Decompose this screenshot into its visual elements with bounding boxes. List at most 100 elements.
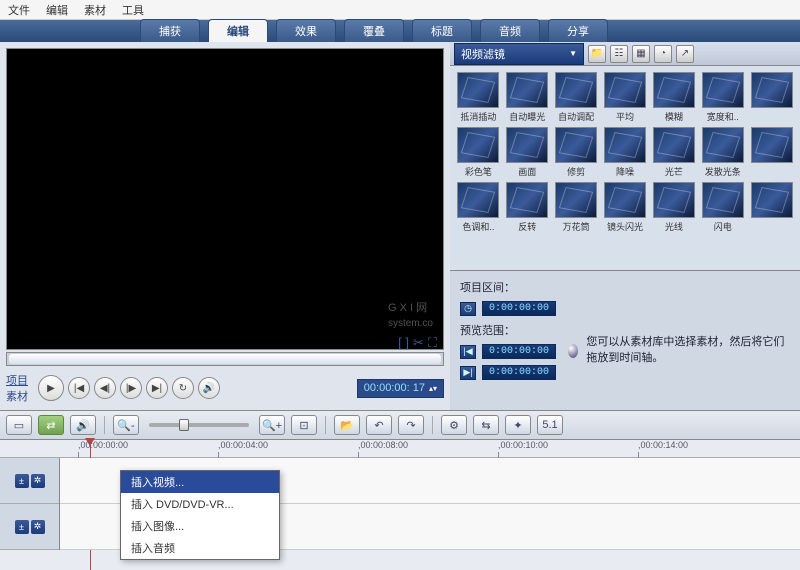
library-item[interactable]: 发散光条 [700, 127, 745, 178]
ripple-button[interactable]: ✦ [505, 415, 531, 435]
tab-capture[interactable]: 捕获 [140, 19, 200, 42]
filter-label: 画面 [518, 165, 536, 178]
library-item[interactable]: 模糊 [651, 72, 696, 123]
timeline-ruler[interactable]: ,00:00:00:00,00:00:04:00,00:00:08:00,00:… [0, 440, 800, 458]
library-item[interactable]: 宽度和.. [700, 72, 745, 123]
insert-media-button[interactable]: 📂 [334, 415, 360, 435]
library-category-dropdown[interactable]: 视频滤镜 ▼ [454, 43, 584, 65]
library-item[interactable]: 万花筒 [554, 182, 599, 233]
library-item[interactable]: 平均 [603, 72, 648, 123]
library-item[interactable]: 镜头闪光 [603, 182, 648, 233]
tab-audio[interactable]: 音频 [480, 19, 540, 42]
library-item[interactable] [749, 127, 794, 178]
menu-clip[interactable]: 素材 [84, 2, 106, 18]
tab-effect[interactable]: 效果 [276, 19, 336, 42]
filter-thumb [506, 72, 548, 108]
library-item[interactable]: 光线 [651, 182, 696, 233]
surround-button[interactable]: 5.1 [537, 415, 563, 435]
library-item[interactable]: 彩色笔 [456, 127, 501, 178]
preview-timecode[interactable]: 00:00:00: 17▴▾ [357, 379, 444, 398]
ruler-mark: ,00:00:08:00 [358, 440, 408, 450]
tab-overlay[interactable]: 覆叠 [344, 19, 404, 42]
expand-lib-icon[interactable]: ↗ [676, 45, 694, 63]
library-item[interactable]: 自动调配 [554, 72, 599, 123]
video-track-header[interactable]: ± ✲ [0, 458, 59, 504]
smart-proxy-button[interactable]: ⚙ [441, 415, 467, 435]
main-tabs: 捕获 编辑 效果 覆叠 标题 音频 分享 [0, 20, 800, 42]
context-menu-item[interactable]: 插入音频 [121, 537, 279, 559]
library-item[interactable] [749, 72, 794, 123]
library-item[interactable]: 画面 [505, 127, 550, 178]
next-button[interactable]: |▶ [120, 377, 142, 399]
hint-text: 您可以从素材库中选择素材，然后将它们拖放到时间轴。 [586, 335, 790, 366]
preview-out-tc[interactable]: 0:00:00:00 [482, 365, 556, 380]
library-item[interactable]: 闪电 [700, 182, 745, 233]
mark-in-btn[interactable]: |◀ [460, 345, 476, 359]
chevron-down-icon: ▼ [569, 49, 577, 58]
mode-clip[interactable]: 素材 [6, 388, 28, 404]
zoom-in-button[interactable]: 🔍+ [259, 415, 285, 435]
filter-thumb [457, 72, 499, 108]
filter-thumb [702, 182, 744, 218]
filter-label: 闪电 [714, 220, 732, 233]
undo-button[interactable]: ↶ [366, 415, 392, 435]
hint-icon [568, 344, 578, 358]
filter-thumb [751, 72, 793, 108]
timeline-view-button[interactable]: ⇄ [38, 415, 64, 435]
context-menu-item[interactable]: 插入图像... [121, 515, 279, 537]
filter-thumb [653, 182, 695, 218]
cut-icon[interactable]: ✂ [413, 335, 424, 351]
preview-in-tc[interactable]: 0:00:00:00 [482, 344, 556, 359]
plus-icon-2: ± [15, 520, 29, 534]
project-range-label: 项目区间： [460, 279, 520, 295]
preview-scrubber[interactable]: [ ] ✂ ⛶ [6, 352, 444, 366]
redo-button[interactable]: ↷ [398, 415, 424, 435]
mark-out-btn[interactable]: ▶| [460, 366, 476, 380]
ruler-mark: ,00:00:04:00 [218, 440, 268, 450]
folder-icon[interactable]: 📁 [588, 45, 606, 63]
tab-share[interactable]: 分享 [548, 19, 608, 42]
play-button[interactable]: ▶ [38, 375, 64, 401]
tab-title[interactable]: 标题 [412, 19, 472, 42]
overlay-track-icon: ✲ [31, 520, 45, 534]
filter-thumb [457, 127, 499, 163]
menu-file[interactable]: 文件 [8, 2, 30, 18]
filter-label: 宽度和.. [707, 110, 739, 123]
zoom-out-button[interactable]: 🔍- [113, 415, 139, 435]
context-menu-item[interactable]: 插入视频... [121, 471, 279, 493]
project-duration[interactable]: 0:00:00:00 [482, 301, 556, 316]
duration-icon[interactable]: ◷ [460, 302, 476, 316]
library-item[interactable]: 修剪 [554, 127, 599, 178]
prev-button[interactable]: ◀| [94, 377, 116, 399]
fit-button[interactable]: ⊡ [291, 415, 317, 435]
video-track-icon: ✲ [31, 474, 45, 488]
filter-thumb [702, 127, 744, 163]
tab-edit[interactable]: 编辑 [208, 19, 268, 42]
menu-tools[interactable]: 工具 [122, 2, 144, 18]
library-item[interactable]: 光芒 [651, 127, 696, 178]
batch-convert-button[interactable]: ⇆ [473, 415, 499, 435]
mode-project[interactable]: 项目 [6, 372, 28, 388]
library-item[interactable]: 色调和.. [456, 182, 501, 233]
audio-view-button[interactable]: 🔊 [70, 415, 96, 435]
menu-edit[interactable]: 编辑 [46, 2, 68, 18]
manage-icon[interactable]: ◔ [654, 45, 672, 63]
sort-icon[interactable]: ☷ [610, 45, 628, 63]
end-button[interactable]: ▶| [146, 377, 168, 399]
overlay-track-header[interactable]: ± ✲ [0, 504, 59, 550]
library-item[interactable]: 自动曝光 [505, 72, 550, 123]
library-item[interactable]: 抵消插动 [456, 72, 501, 123]
library-item[interactable]: 反转 [505, 182, 550, 233]
library-item[interactable] [749, 182, 794, 233]
expand-icon[interactable]: ⛶ [428, 335, 437, 351]
storyboard-view-button[interactable]: ▭ [6, 415, 32, 435]
volume-button[interactable]: 🔊 [198, 377, 220, 399]
view-icon[interactable]: ▦ [632, 45, 650, 63]
watermark: G X I 网 system.co [388, 288, 433, 329]
library-item[interactable]: 降噪 [603, 127, 648, 178]
home-button[interactable]: |◀ [68, 377, 90, 399]
zoom-slider[interactable] [149, 423, 249, 427]
mark-in-icon[interactable]: [ ] [398, 335, 409, 351]
repeat-button[interactable]: ↻ [172, 377, 194, 399]
context-menu-item[interactable]: 插入 DVD/DVD-VR... [121, 493, 279, 515]
